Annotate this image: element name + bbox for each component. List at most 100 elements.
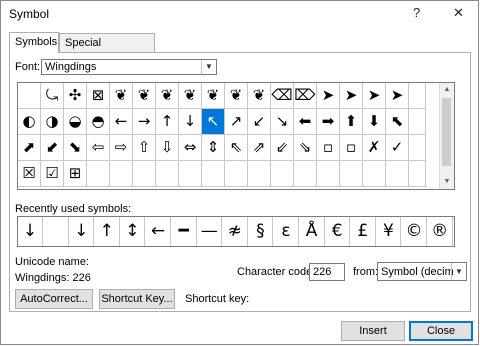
- recent-symbol-cell[interactable]: ━: [172, 217, 197, 246]
- symbol-cell[interactable]: ▫: [340, 135, 363, 161]
- recent-symbol-cell[interactable]: ©: [402, 217, 427, 246]
- help-button[interactable]: ?: [413, 5, 420, 20]
- symbol-cell[interactable]: ✓: [386, 135, 409, 161]
- symbol-cell[interactable]: ➤: [340, 83, 363, 109]
- symbol-cell[interactable]: →: [133, 109, 156, 135]
- recent-symbol-cell[interactable]: ↓: [69, 217, 95, 246]
- symbol-cell[interactable]: [409, 161, 426, 187]
- symbol-cell[interactable]: ⬋: [41, 135, 64, 161]
- recent-symbol-cell[interactable]: ε: [274, 217, 299, 246]
- symbol-cell[interactable]: [133, 161, 156, 187]
- recent-symbol-cell[interactable]: ¥: [376, 217, 402, 246]
- recent-symbol-cell[interactable]: ≉: [223, 217, 248, 246]
- symbol-cell[interactable]: ⬅: [294, 109, 317, 135]
- symbol-cell[interactable]: ✗: [363, 135, 386, 161]
- symbol-cell[interactable]: ❦: [225, 83, 248, 109]
- symbol-cell[interactable]: ⬊: [64, 135, 87, 161]
- scroll-up-icon[interactable]: ▲: [440, 83, 454, 97]
- symbol-cell[interactable]: ❦: [248, 83, 271, 109]
- symbol-cell[interactable]: ◓: [87, 109, 110, 135]
- symbol-cell[interactable]: ✣: [64, 83, 87, 109]
- char-code-input[interactable]: 226: [309, 263, 345, 281]
- recent-symbol-cell[interactable]: [44, 217, 69, 246]
- symbol-cell[interactable]: [409, 135, 426, 161]
- symbol-cell[interactable]: ↓: [179, 109, 202, 135]
- symbol-cell[interactable]: ⬇: [363, 109, 386, 135]
- symbol-cell[interactable]: ⇗: [248, 135, 271, 161]
- symbol-cell[interactable]: ←: [110, 109, 133, 135]
- symbol-cell[interactable]: ⬆: [340, 109, 363, 135]
- symbol-cell[interactable]: ⇕: [202, 135, 225, 161]
- symbol-cell[interactable]: [110, 161, 133, 187]
- recent-symbol-cell[interactable]: ←: [146, 217, 171, 246]
- symbol-cell[interactable]: ⬉: [386, 109, 409, 135]
- symbol-cell[interactable]: ☒: [18, 161, 41, 187]
- close-button[interactable]: Close: [409, 321, 473, 341]
- symbol-cell[interactable]: ❦: [110, 83, 133, 109]
- symbol-cell[interactable]: [386, 161, 409, 187]
- symbol-cell[interactable]: ⌫: [271, 83, 294, 109]
- symbol-cell[interactable]: ↖: [202, 109, 225, 135]
- symbol-cell[interactable]: ⇦: [87, 135, 110, 161]
- grid-scrollbar[interactable]: ▲ ▼: [439, 83, 454, 189]
- symbol-cell[interactable]: ☑: [41, 161, 64, 187]
- symbol-cell[interactable]: ➤: [317, 83, 340, 109]
- symbol-cell[interactable]: [317, 161, 340, 187]
- symbol-cell[interactable]: [248, 161, 271, 187]
- symbol-cell[interactable]: ⊠: [87, 83, 110, 109]
- symbol-cell[interactable]: ❦: [156, 83, 179, 109]
- autocorrect-button[interactable]: AutoCorrect...: [15, 289, 93, 309]
- symbol-cell[interactable]: ◑: [41, 109, 64, 135]
- recent-symbol-cell[interactable]: €: [325, 217, 351, 246]
- symbol-cell[interactable]: ❦: [133, 83, 156, 109]
- symbol-cell[interactable]: ▫: [317, 135, 340, 161]
- symbol-cell[interactable]: ↙: [248, 109, 271, 135]
- symbol-cell[interactable]: [156, 161, 179, 187]
- symbol-cell[interactable]: [294, 161, 317, 187]
- symbol-cell[interactable]: ↘: [271, 109, 294, 135]
- insert-button[interactable]: Insert: [341, 321, 405, 341]
- symbol-cell[interactable]: ↗: [225, 109, 248, 135]
- symbol-cell[interactable]: ⇖: [225, 135, 248, 161]
- recent-symbol-cell[interactable]: £: [351, 217, 376, 246]
- recent-symbol-cell[interactable]: §: [248, 217, 274, 246]
- symbol-cell[interactable]: [363, 161, 386, 187]
- symbol-cell[interactable]: ➡: [317, 109, 340, 135]
- symbol-cell[interactable]: ⇔: [179, 135, 202, 161]
- from-dropdown[interactable]: Symbol (decimal) ▼: [377, 262, 467, 281]
- chevron-down-icon[interactable]: ▼: [451, 263, 466, 280]
- close-window-button[interactable]: ✕: [453, 5, 464, 21]
- symbol-cell[interactable]: ⤿: [41, 83, 64, 109]
- symbol-cell[interactable]: ⇙: [271, 135, 294, 161]
- symbol-cell[interactable]: ⇘: [294, 135, 317, 161]
- symbol-cell[interactable]: [409, 109, 426, 135]
- scroll-thumb[interactable]: [442, 98, 451, 166]
- symbol-cell[interactable]: [202, 161, 225, 187]
- symbol-cell[interactable]: ◒: [64, 109, 87, 135]
- symbol-cell[interactable]: ◐: [18, 109, 41, 135]
- symbol-cell[interactable]: [271, 161, 294, 187]
- recent-symbol-cell[interactable]: ↑: [95, 217, 120, 246]
- tab-special-characters[interactable]: Special Characters: [59, 33, 155, 68]
- symbol-cell[interactable]: ⬈: [18, 135, 41, 161]
- symbol-cell[interactable]: [225, 161, 248, 187]
- recent-symbol-cell[interactable]: Å: [300, 217, 325, 246]
- recent-symbol-cell[interactable]: ↓: [18, 217, 43, 246]
- shortcut-key-button[interactable]: Shortcut Key...: [99, 289, 175, 309]
- symbol-cell[interactable]: [179, 161, 202, 187]
- font-dropdown[interactable]: Wingdings ▼: [41, 59, 217, 75]
- symbol-cell[interactable]: ➤: [363, 83, 386, 109]
- symbol-cell[interactable]: [18, 83, 41, 109]
- chevron-down-icon[interactable]: ▼: [201, 60, 216, 74]
- symbol-cell[interactable]: ⇩: [156, 135, 179, 161]
- symbol-cell[interactable]: ⇨: [110, 135, 133, 161]
- symbol-cell[interactable]: ❦: [179, 83, 202, 109]
- symbol-cell[interactable]: ❦: [202, 83, 225, 109]
- recent-symbol-cell[interactable]: ↕: [120, 217, 146, 246]
- symbol-cell[interactable]: [340, 161, 363, 187]
- symbol-cell[interactable]: [409, 83, 426, 109]
- tab-symbols[interactable]: Symbols: [9, 32, 59, 53]
- symbol-cell[interactable]: ⊞: [64, 161, 87, 187]
- recent-symbol-cell[interactable]: —: [197, 217, 223, 246]
- symbol-cell[interactable]: ⌦: [294, 83, 317, 109]
